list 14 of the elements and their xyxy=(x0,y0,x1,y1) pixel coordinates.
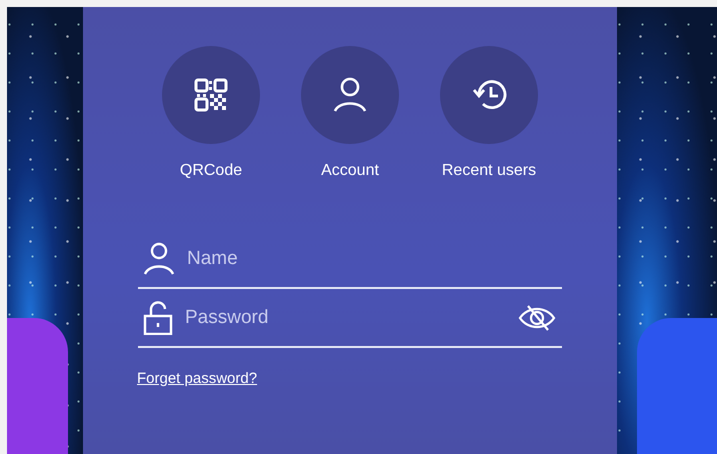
option-label: QRCode xyxy=(180,162,242,180)
option-label: Account xyxy=(321,162,379,180)
unlocked-padlock-icon xyxy=(143,300,173,334)
forget-password-link[interactable]: Forget password? xyxy=(137,370,258,387)
app-tile[interactable] xyxy=(637,318,717,454)
history-clock-icon xyxy=(471,78,507,112)
option-label: Recent users xyxy=(442,162,536,180)
app-tile[interactable] xyxy=(7,318,68,454)
password-visibility-toggle[interactable] xyxy=(518,302,556,332)
qr-code-icon xyxy=(194,78,228,112)
password-field[interactable]: Password xyxy=(185,302,518,332)
person-icon xyxy=(143,242,175,276)
person-icon xyxy=(333,77,367,113)
name-field[interactable]: Name xyxy=(187,244,556,274)
